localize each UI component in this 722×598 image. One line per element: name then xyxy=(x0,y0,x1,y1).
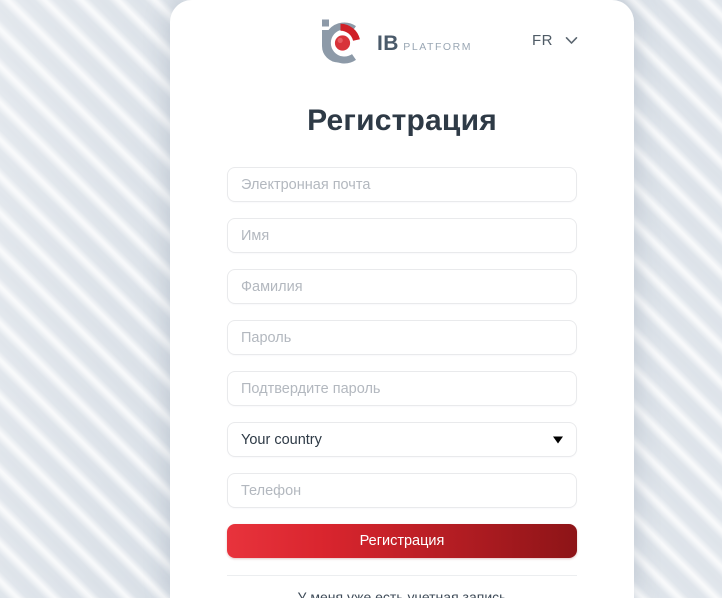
language-selector[interactable]: FR xyxy=(532,32,578,49)
page-title: Регистрация xyxy=(307,104,497,137)
registration-form: Регистрация У меня уже есть учетная запи… xyxy=(227,167,577,598)
chevron-down-icon xyxy=(565,36,578,45)
language-code: FR xyxy=(532,32,553,49)
register-submit-button[interactable]: Регистрация xyxy=(227,524,577,558)
brand-logo: IB PLATFORM xyxy=(318,18,472,68)
country-select[interactable] xyxy=(227,422,577,457)
last-name-input[interactable] xyxy=(227,269,577,304)
password-input[interactable] xyxy=(227,320,577,355)
confirm-password-input[interactable] xyxy=(227,371,577,406)
phone-input[interactable] xyxy=(227,473,577,508)
email-input[interactable] xyxy=(227,167,577,202)
form-divider xyxy=(227,575,577,576)
existing-account-link[interactable]: У меня уже есть учетная запись xyxy=(227,589,577,598)
brand-logo-text: IB PLATFORM xyxy=(377,32,472,54)
card-header: IB PLATFORM FR xyxy=(170,0,634,86)
brand-subtitle: PLATFORM xyxy=(403,41,473,53)
registration-card: IB PLATFORM FR Регистрация Регистрация xyxy=(170,0,634,598)
brand-title: IB xyxy=(377,32,399,55)
first-name-input[interactable] xyxy=(227,218,577,253)
ib-platform-logo-icon xyxy=(318,18,370,68)
country-select-wrapper xyxy=(227,422,577,457)
